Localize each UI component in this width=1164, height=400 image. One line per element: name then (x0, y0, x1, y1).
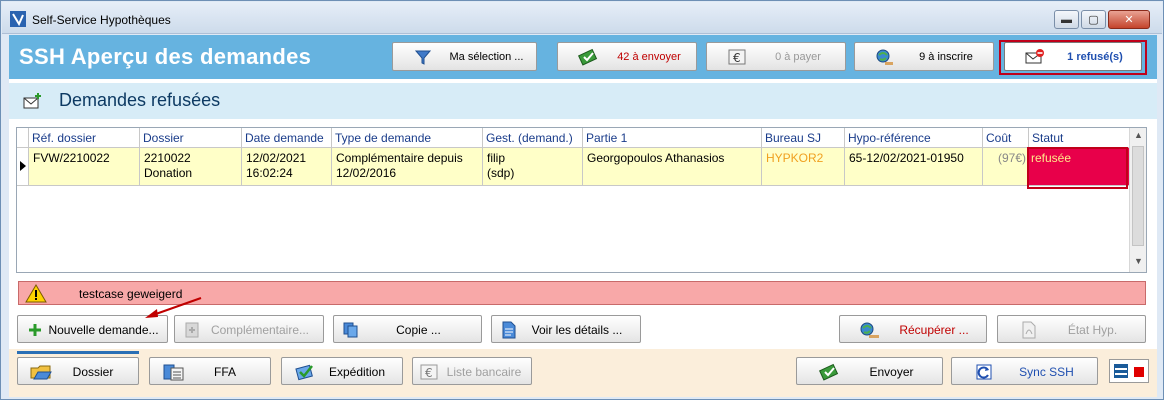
row-header-corner (17, 128, 29, 148)
view-details-button[interactable]: Voir les détails ... (491, 315, 641, 343)
row-selector[interactable] (17, 148, 29, 186)
cell-type-demande[interactable]: Complémentaire depuis 12/02/2016 (332, 148, 483, 186)
col-type-demande[interactable]: Type de demande (332, 128, 483, 148)
scroll-down-icon[interactable]: ▼ (1134, 256, 1143, 266)
window-title: Self-Service Hypothèques (32, 13, 171, 27)
expedition-button[interactable]: Expédition (281, 357, 403, 385)
euro-icon: € (420, 364, 438, 380)
scroll-up-icon[interactable]: ▲ (1134, 130, 1143, 140)
col-dossier[interactable]: Dossier (140, 128, 242, 148)
col-bureau-sj[interactable]: Bureau SJ (762, 128, 845, 148)
maximize-button[interactable]: ▢ (1081, 10, 1106, 29)
svg-text:€: € (733, 51, 741, 65)
copy-button[interactable]: Copie ... (333, 315, 482, 343)
globe-hand-icon (876, 49, 893, 65)
minimize-button[interactable]: ▬ (1054, 10, 1079, 29)
header-band: SSH Aperçu des demandes Ma sélection ...… (9, 35, 1157, 79)
plus-icon (29, 324, 41, 336)
current-row-arrow-icon (20, 161, 26, 171)
add-document-icon (185, 322, 199, 338)
app-logo-icon (10, 11, 26, 27)
to-pay-button[interactable]: € 0 à payer (706, 42, 846, 71)
col-statut[interactable]: Statut (1029, 128, 1130, 148)
table-scrollbar[interactable]: ▲ ▼ (1129, 128, 1146, 272)
complementary-button[interactable]: Complémentaire... (174, 315, 324, 343)
filter-icon (414, 50, 432, 65)
active-tab-indicator (17, 351, 139, 354)
refused-highlight-frame (999, 40, 1147, 75)
title-bar: Self-Service Hypothèques ▬ ▢ ✕ (2, 2, 1162, 34)
send-button[interactable]: Envoyer (796, 357, 943, 385)
app-window: Self-Service Hypothèques ▬ ▢ ✕ SSH Aperç… (0, 0, 1164, 400)
window-controls: ▬ ▢ ✕ (1054, 10, 1150, 29)
section-band: Demandes refusées (9, 83, 1157, 119)
cell-partie1[interactable]: Georgopoulos Athanasios (583, 148, 762, 186)
bank-list-button[interactable]: € Liste bancaire (412, 357, 532, 385)
ffa-button[interactable]: FFA (149, 357, 271, 385)
to-send-button[interactable]: 42 à envoyer (557, 42, 697, 71)
col-date-demande[interactable]: Date demande (242, 128, 332, 148)
bottom-toolbar: Dossier FFA Expédition € Liste bancaire … (9, 349, 1157, 397)
dossier-button[interactable]: Dossier (17, 357, 139, 385)
list-icon (1114, 364, 1128, 378)
send-money-icon (819, 363, 839, 381)
col-hypo-reference[interactable]: Hypo-référence (845, 128, 983, 148)
col-partie1[interactable]: Partie 1 (583, 128, 762, 148)
sync-icon (976, 364, 992, 380)
etat-hyp-button[interactable]: État Hyp. (997, 315, 1146, 343)
section-title: Demandes refusées (59, 90, 221, 110)
cell-ref-dossier[interactable]: FVW/2210022 (29, 148, 140, 186)
main-area: SSH Aperçu des demandes Ma sélection ...… (9, 35, 1157, 397)
folder-icon (30, 365, 52, 380)
my-selection-button[interactable]: Ma sélection ... (392, 42, 537, 71)
col-cout[interactable]: Coût (983, 128, 1029, 148)
cell-dossier[interactable]: 2210022 Donation (140, 148, 242, 186)
cell-cout[interactable]: (97€) (983, 148, 1029, 186)
envelope-plus-icon (23, 93, 41, 109)
to-register-button[interactable]: 9 à inscrire (854, 42, 994, 71)
page-title: SSH Aperçu des demandes (19, 44, 312, 69)
cell-bureau-sj[interactable]: HYPKOR2 (762, 148, 845, 186)
document-icon (502, 321, 516, 339)
svg-text:€: € (425, 366, 433, 380)
warning-icon (25, 284, 47, 303)
euro-icon: € (728, 49, 746, 65)
sync-ssh-button[interactable]: Sync SSH (951, 357, 1098, 385)
connection-status-indicator[interactable] (1109, 359, 1149, 383)
requests-table: Réf. dossier Dossier Date demande Type d… (16, 127, 1147, 273)
status-highlight-frame (1027, 147, 1128, 189)
copy-icon (343, 322, 358, 338)
status-red-icon (1134, 367, 1144, 377)
cell-gestionnaire[interactable]: filip (sdp) (483, 148, 583, 186)
col-ref-dossier[interactable]: Réf. dossier (29, 128, 140, 148)
scrollbar-thumb[interactable] (1132, 146, 1144, 246)
close-button[interactable]: ✕ (1108, 10, 1150, 29)
retrieve-button[interactable]: Récupérer ... (839, 315, 987, 343)
col-gestionnaire[interactable]: Gest. (demand.) (483, 128, 583, 148)
calculator-icon (163, 364, 184, 381)
send-money-icon (578, 48, 598, 66)
cell-date-demande[interactable]: 12/02/2021 16:02:24 (242, 148, 332, 186)
check-documents-icon (295, 364, 313, 381)
cell-hypo-reference[interactable]: 65-12/02/2021-01950 (845, 148, 983, 186)
pdf-icon (1022, 321, 1036, 339)
globe-hand-icon (860, 322, 879, 338)
